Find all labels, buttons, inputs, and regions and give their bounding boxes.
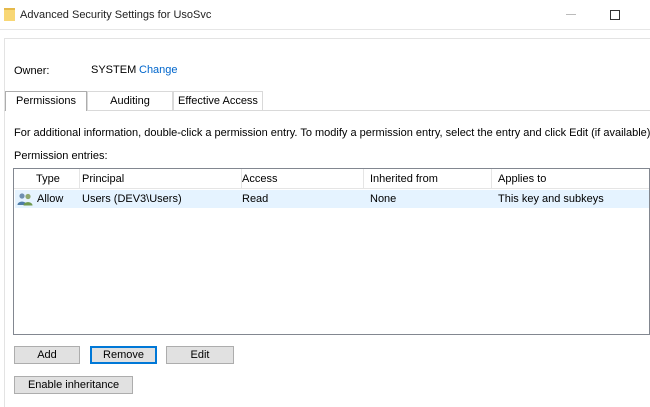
change-owner-link[interactable]: Change: [139, 64, 178, 76]
remove-button[interactable]: Remove: [90, 346, 157, 364]
list-header: Type Principal Access Inherited from App…: [14, 169, 649, 189]
permission-entries-label: Permission entries:: [14, 150, 108, 162]
column-header-inherited-from[interactable]: Inherited from: [364, 169, 492, 189]
users-icon: [17, 193, 33, 206]
cell-access: Read: [242, 193, 269, 205]
column-header-applies-to[interactable]: Applies to: [492, 169, 650, 189]
cell-inherited-from: None: [370, 193, 397, 205]
permission-entries-list[interactable]: Type Principal Access Inherited from App…: [13, 168, 650, 335]
tab-effective-access[interactable]: Effective Access: [173, 91, 263, 110]
table-row[interactable]: Allow Users (DEV3\Users) Read None This …: [15, 190, 649, 208]
tab-permissions[interactable]: Permissions: [5, 91, 87, 111]
column-header-type[interactable]: Type: [30, 169, 80, 189]
owner-value: SYSTEM: [91, 64, 137, 76]
add-button[interactable]: Add: [14, 346, 80, 364]
minimize-icon[interactable]: [566, 14, 576, 15]
info-text: For additional information, double-click…: [14, 127, 650, 139]
title-bar: Advanced Security Settings for UsoSvc: [0, 0, 650, 30]
owner-label: Owner:: [14, 65, 50, 77]
enable-inheritance-button[interactable]: Enable inheritance: [14, 376, 133, 394]
maximize-icon[interactable]: [610, 10, 620, 20]
folder-icon: [4, 8, 15, 21]
cell-principal: Users (DEV3\Users): [82, 193, 182, 205]
column-header-principal[interactable]: Principal: [76, 169, 242, 189]
edit-button[interactable]: Edit: [166, 346, 234, 364]
tab-auditing[interactable]: Auditing: [87, 91, 173, 110]
column-header-access[interactable]: Access: [236, 169, 364, 189]
cell-type: Allow: [37, 193, 64, 205]
window-title: Advanced Security Settings for UsoSvc: [20, 9, 212, 21]
cell-applies-to: This key and subkeys: [498, 193, 604, 205]
